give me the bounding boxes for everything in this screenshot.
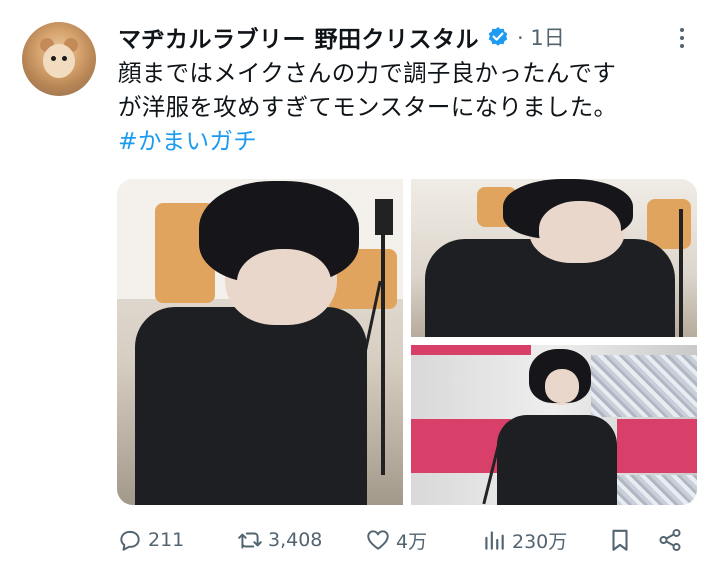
share-button[interactable]	[657, 522, 683, 558]
avatar-face	[43, 44, 75, 78]
tweet-photo[interactable]	[117, 179, 403, 505]
photo-face	[237, 249, 331, 317]
media-grid	[117, 179, 697, 505]
tweet-actions: 211 3,408 4万 230万	[117, 522, 697, 558]
reply-count: 211	[148, 529, 185, 551]
avatar-eye	[51, 56, 56, 61]
photo-background	[617, 419, 697, 473]
tweet-text: 顔まではメイクさんの力で調子良かったんです が洋服を攻めすぎてモンスターになりま…	[118, 56, 698, 158]
photo-chair	[647, 199, 691, 249]
bookmark-button[interactable]	[607, 522, 633, 558]
photo-background	[617, 475, 697, 505]
bookmark-icon	[612, 529, 628, 551]
author-avatar[interactable]	[22, 22, 96, 96]
share-icon	[659, 528, 681, 552]
views-count: 230万	[512, 530, 568, 553]
verified-badge-icon	[488, 27, 508, 46]
reply-icon	[120, 530, 140, 551]
photo-tripod	[679, 209, 683, 337]
retweet-count: 3,408	[268, 529, 323, 551]
tweet-time[interactable]: · 1日	[517, 22, 565, 52]
tweet-photo[interactable]	[411, 179, 697, 337]
photo-face	[539, 201, 621, 259]
heart-icon	[367, 530, 389, 550]
hashtag-link[interactable]: #かまいガチ	[118, 124, 698, 158]
tweet-text-line: が洋服を攻めすぎてモンスターになりました。	[118, 93, 618, 121]
photo-background	[591, 355, 697, 417]
avatar-eye	[62, 56, 67, 61]
like-button[interactable]: 4万	[365, 522, 427, 558]
photo-camera	[375, 199, 393, 235]
author-name[interactable]: マヂカルラブリー 野田クリスタル	[118, 20, 479, 54]
photo-background	[411, 345, 531, 355]
photo-tripod	[381, 235, 385, 475]
photo-face	[545, 369, 579, 403]
retweet-button[interactable]: 3,408	[237, 522, 322, 558]
more-options-icon[interactable]	[672, 24, 692, 54]
tweet-photo[interactable]	[411, 345, 697, 505]
views-button[interactable]: 230万	[481, 522, 567, 558]
tweet-header: マヂカルラブリー 野田クリスタル · 1日	[118, 20, 565, 54]
photo-shirt	[135, 307, 367, 505]
retweet-icon	[238, 532, 262, 549]
like-count: 4万	[396, 530, 428, 553]
reply-button[interactable]: 211	[117, 522, 184, 558]
photo-shirt	[497, 415, 617, 505]
tweet-text-line: 顔まではメイクさんの力で調子良かったんです	[118, 59, 617, 87]
views-icon	[485, 531, 504, 550]
